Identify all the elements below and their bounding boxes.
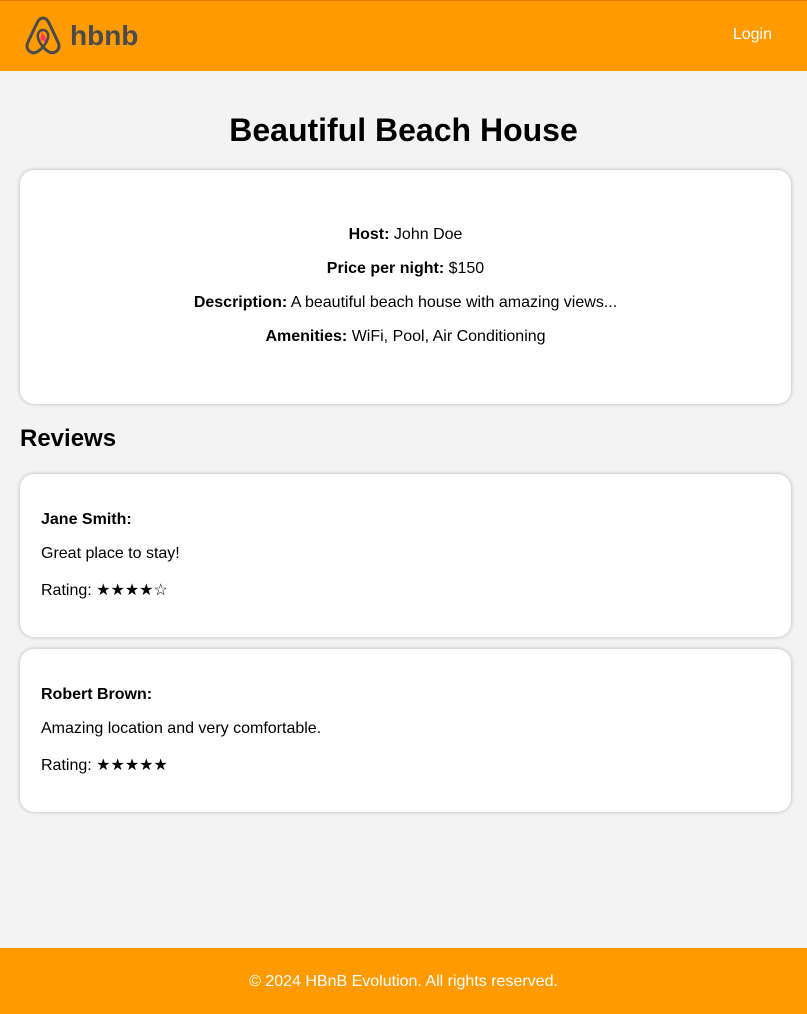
reviews-heading: Reviews — [20, 425, 117, 452]
place-details-card: Host: John Doe Price per night: $150 Des… — [20, 170, 791, 404]
login-link[interactable]: Login — [733, 26, 772, 44]
description-row: Description: A beautiful beach house wit… — [20, 293, 791, 313]
review-author: Jane Smith: — [41, 511, 132, 528]
review-author: Robert Brown: — [41, 686, 153, 703]
price-label: Price per night: — [326, 260, 445, 277]
review-text: Amazing location and very comfortable. — [41, 720, 322, 737]
site-header: hbnb Login — [0, 0, 807, 71]
review-card: Robert Brown: Amazing location and very … — [20, 649, 791, 812]
host-label: Host: — [348, 226, 390, 243]
logo-text: hbnb — [70, 20, 139, 51]
price-value: $150 — [448, 260, 485, 277]
host-row: Host: John Doe — [20, 225, 791, 245]
review-card: Jane Smith: Great place to stay! Rating:… — [20, 474, 791, 637]
amenities-row: Amenities: WiFi, Pool, Air Conditioning — [20, 327, 791, 347]
amenities-value: WiFi, Pool, Air Conditioning — [351, 328, 546, 345]
review-text: Great place to stay! — [41, 545, 180, 562]
amenities-label: Amenities: — [265, 328, 348, 345]
host-value: John Doe — [393, 226, 463, 243]
price-row: Price per night: $150 — [20, 259, 791, 279]
description-label: Description: — [193, 294, 288, 311]
description-value: A beautiful beach house with amazing vie… — [290, 294, 618, 311]
page-title: Beautiful Beach House — [229, 112, 578, 148]
site-footer: © 2024 HBnB Evolution. All rights reserv… — [0, 948, 807, 1014]
footer-copyright: © 2024 HBnB Evolution. All rights reserv… — [249, 973, 558, 990]
review-rating: Rating: ★★★★☆ — [41, 582, 168, 599]
review-rating: Rating: ★★★★★ — [41, 757, 168, 774]
logo[interactable]: hbnb — [24, 15, 138, 57]
airbnb-logo-icon — [24, 15, 62, 57]
